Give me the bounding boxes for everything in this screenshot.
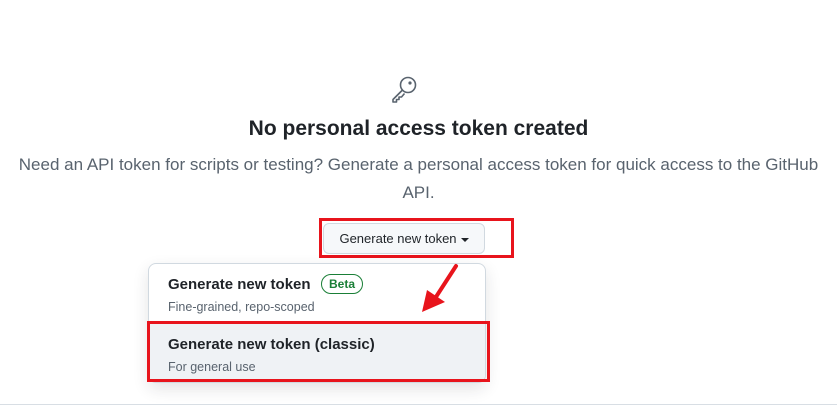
page: No personal access token created Need an… [0, 0, 837, 407]
highlight-box-button [319, 218, 514, 258]
empty-state-description: Need an API token for scripts or testing… [18, 155, 819, 202]
divider [0, 404, 837, 405]
arrow-icon [422, 264, 458, 312]
menu-item-title: Generate new token [168, 276, 311, 293]
beta-badge: Beta [321, 274, 364, 294]
key-icon [392, 76, 417, 103]
highlight-box-classic-item [147, 321, 490, 382]
empty-state-title: No personal access token created [248, 117, 589, 140]
menu-item-subtitle: Fine-grained, repo-scoped [168, 300, 315, 314]
